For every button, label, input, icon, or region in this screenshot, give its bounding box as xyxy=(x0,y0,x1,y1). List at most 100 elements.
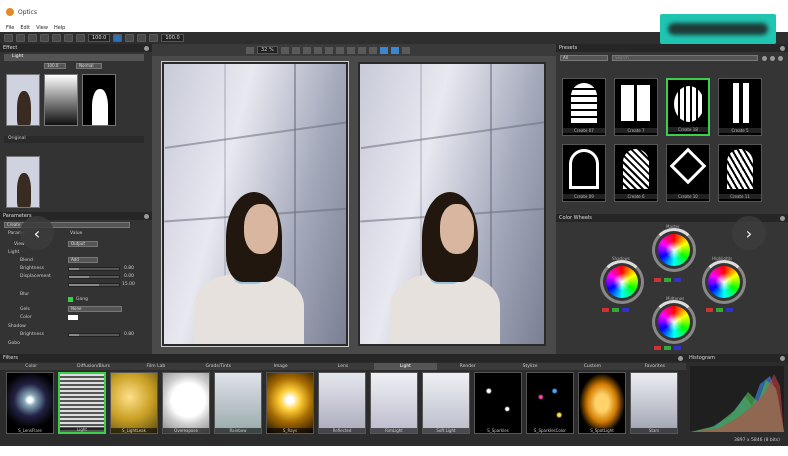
split-view-icon[interactable] xyxy=(335,46,344,54)
blue-swatch[interactable] xyxy=(622,308,629,312)
star-icon[interactable] xyxy=(770,56,775,61)
before-after-icon[interactable] xyxy=(357,46,366,54)
view-mode-icon[interactable] xyxy=(324,46,333,54)
preset-filter[interactable]: All xyxy=(560,55,608,61)
close-icon[interactable] xyxy=(780,45,785,51)
filter-thumb[interactable]: Rainbow xyxy=(214,372,262,434)
camera-icon[interactable] xyxy=(28,34,37,42)
histogram-icon[interactable] xyxy=(401,46,410,54)
compare-icon[interactable] xyxy=(64,34,73,42)
green-swatch[interactable] xyxy=(612,308,619,312)
close-icon[interactable] xyxy=(678,355,683,361)
zoom-field[interactable]: 32 % xyxy=(257,46,278,54)
filter-thumb[interactable]: S_LightLeak xyxy=(110,372,158,434)
stack-icon[interactable] xyxy=(368,46,377,54)
blend-select[interactable]: Normal xyxy=(76,63,102,69)
original-thumbnail[interactable] xyxy=(6,156,40,208)
color-swatch[interactable] xyxy=(68,315,78,320)
brush-icon[interactable] xyxy=(149,34,159,42)
snapshot-icon[interactable] xyxy=(379,46,388,54)
tab-light[interactable]: Light xyxy=(374,363,437,370)
master-color-wheel[interactable] xyxy=(658,234,690,266)
preset-thumb[interactable]: Create 10 xyxy=(666,144,710,202)
zoom-out-icon[interactable] xyxy=(246,46,254,54)
rotate-left-icon[interactable] xyxy=(4,34,13,42)
value-field-1[interactable]: 100.0 xyxy=(88,34,111,42)
menu-help[interactable]: Help xyxy=(54,25,65,31)
zoom-in-icon[interactable] xyxy=(280,46,289,54)
gang-checkbox[interactable]: Gang xyxy=(68,297,88,302)
tab-render[interactable]: Render xyxy=(437,363,499,370)
view-select[interactable]: Output xyxy=(68,241,98,247)
blue-swatch[interactable] xyxy=(674,278,681,282)
tab-favorites[interactable]: Favorites xyxy=(624,363,686,370)
tab-stylize[interactable]: Stylize xyxy=(499,363,561,370)
green-swatch[interactable] xyxy=(716,308,723,312)
preset-thumb[interactable]: Create 5 xyxy=(718,78,762,136)
close-icon[interactable] xyxy=(144,213,149,219)
mask-thumbnail[interactable] xyxy=(82,74,116,126)
trash-icon[interactable] xyxy=(778,56,783,61)
preset-thumb[interactable]: Create 09 xyxy=(562,144,606,202)
highlights-color-wheel[interactable] xyxy=(708,266,740,298)
filter-thumb[interactable]: S_SpotLight xyxy=(578,372,626,434)
preset-thumb[interactable]: Create 11 xyxy=(718,144,762,202)
tab-diffusion[interactable]: Diffusion/Blurs xyxy=(62,363,124,370)
filter-thumb[interactable]: Stars xyxy=(630,372,678,434)
size-slider[interactable] xyxy=(68,283,120,287)
tab-image[interactable]: Image xyxy=(249,363,311,370)
tab-film-lab[interactable]: Film Lab xyxy=(125,363,187,370)
tab-grads[interactable]: Grads/Tints xyxy=(187,363,249,370)
move-icon[interactable] xyxy=(313,46,322,54)
blue-swatch[interactable] xyxy=(726,308,733,312)
green-swatch[interactable] xyxy=(664,278,671,282)
filter-thumb[interactable]: S_Rays xyxy=(266,372,314,434)
blend-mode-select[interactable]: Add xyxy=(68,257,98,263)
green-swatch[interactable] xyxy=(664,346,671,350)
tab-color[interactable]: Color xyxy=(0,363,62,370)
grid-icon[interactable] xyxy=(291,46,300,54)
preview-after[interactable] xyxy=(358,62,546,346)
chevron-left-icon[interactable]: ‹ xyxy=(20,216,54,250)
red-swatch[interactable] xyxy=(602,308,609,312)
filter-thumb[interactable]: Soft Light xyxy=(422,372,470,434)
filter-thumb[interactable]: Overexpose xyxy=(162,372,210,434)
mask-icon[interactable] xyxy=(52,34,61,42)
red-swatch[interactable] xyxy=(654,278,661,282)
value-field-2[interactable]: 100.0 xyxy=(161,34,184,42)
shadows-color-wheel[interactable] xyxy=(606,266,638,298)
close-icon[interactable] xyxy=(780,355,785,361)
blue-swatch[interactable] xyxy=(674,346,681,350)
red-swatch[interactable] xyxy=(706,308,713,312)
split-icon[interactable] xyxy=(125,34,135,42)
gear-icon[interactable] xyxy=(762,56,767,61)
tab-custom[interactable]: Custom xyxy=(561,363,623,370)
menu-view[interactable]: View xyxy=(36,25,48,31)
tab-lens[interactable]: Lens xyxy=(312,363,374,370)
shadow-brightness-slider[interactable] xyxy=(68,333,120,337)
filter-thumb[interactable]: S_LensFlare xyxy=(6,372,54,434)
gels-select[interactable]: None xyxy=(68,306,122,312)
filter-thumb[interactable]: S_SparklesColor xyxy=(526,372,574,434)
close-icon[interactable] xyxy=(780,215,785,221)
layer-name[interactable]: Light xyxy=(4,54,144,61)
filter-thumb[interactable]: S_Sparkles xyxy=(474,372,522,434)
midtones-color-wheel[interactable] xyxy=(658,306,690,338)
chevron-right-icon[interactable]: › xyxy=(732,216,766,250)
palette-icon[interactable] xyxy=(390,46,399,54)
menu-file[interactable]: File xyxy=(6,25,14,31)
preview-before[interactable] xyxy=(161,61,349,347)
preset-thumb[interactable]: Create 6 xyxy=(614,144,658,202)
menu-edit[interactable]: Edit xyxy=(20,25,30,31)
filter-thumb-selected[interactable]: Light xyxy=(58,372,106,434)
gradient-mask-thumbnail[interactable] xyxy=(44,74,78,126)
displacement-slider[interactable] xyxy=(68,275,120,279)
brightness-slider[interactable] xyxy=(68,267,120,271)
layer-thumbnail[interactable] xyxy=(6,74,40,126)
opacity-field[interactable]: 100.0 xyxy=(44,63,66,69)
gradient-icon[interactable] xyxy=(76,34,85,42)
view-icon[interactable] xyxy=(113,34,123,42)
filter-thumb[interactable]: RimLight xyxy=(370,372,418,434)
crop-icon[interactable] xyxy=(16,34,25,42)
preset-search[interactable]: Search xyxy=(612,55,758,61)
